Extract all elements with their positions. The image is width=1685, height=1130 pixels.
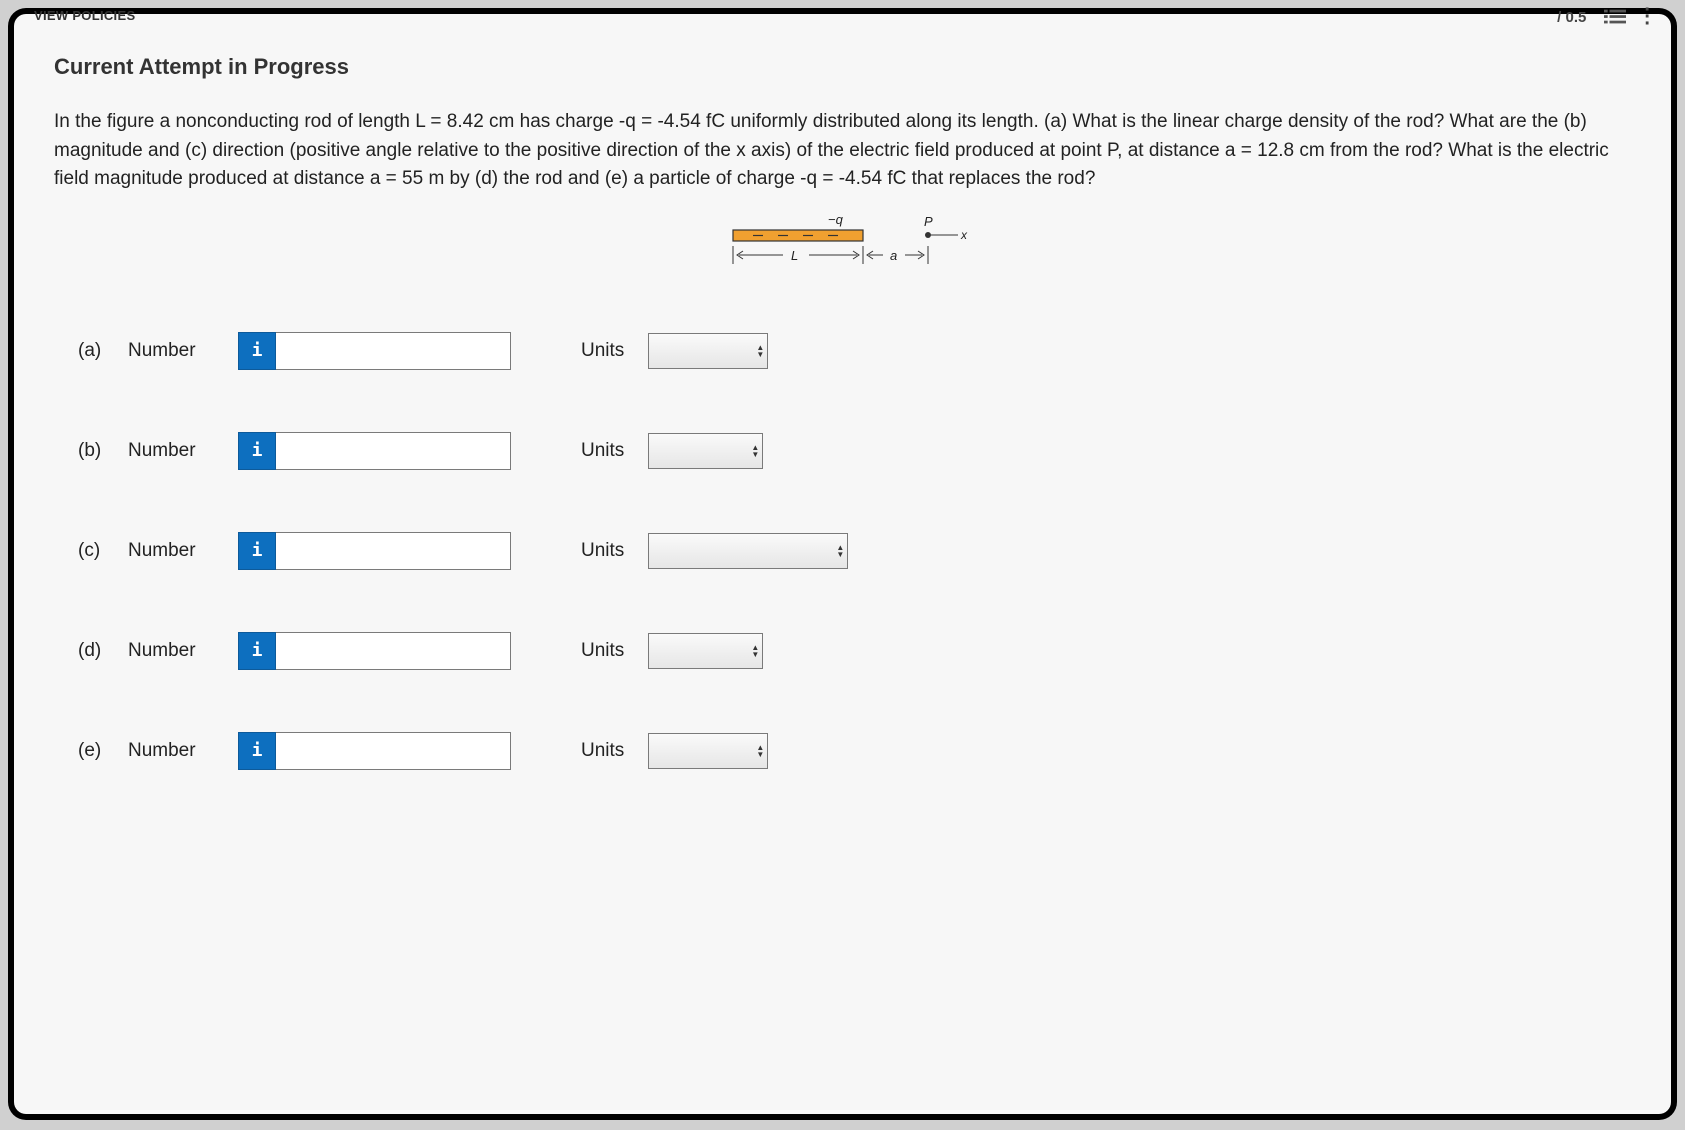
part-label: (c) (78, 540, 128, 562)
units-select[interactable] (648, 433, 763, 469)
units-label: Units (581, 540, 624, 562)
answer-row-a: (a)NumberiUnits▲▼ (78, 332, 1631, 370)
part-label: (e) (78, 740, 128, 762)
units-label: Units (581, 340, 624, 362)
number-input[interactable] (276, 532, 511, 570)
problem-statement: In the figure a nonconducting rod of len… (54, 108, 1631, 194)
attempt-heading: Current Attempt in Progress (54, 54, 1631, 80)
part-label: (a) (78, 340, 128, 362)
svg-text:a: a (890, 248, 897, 263)
units-select[interactable] (648, 733, 768, 769)
top-right-icons: / 0.5 ··· (1557, 7, 1651, 28)
number-label: Number (128, 540, 238, 562)
svg-text:P: P (924, 214, 933, 229)
number-input[interactable] (276, 632, 511, 670)
answer-row-c: (c)NumberiUnits▲▼ (78, 532, 1631, 570)
number-label: Number (128, 740, 238, 762)
units-label: Units (581, 740, 624, 762)
answer-row-b: (b)NumberiUnits▲▼ (78, 432, 1631, 470)
svg-text:L: L (791, 248, 798, 263)
number-input[interactable] (276, 732, 511, 770)
units-select[interactable] (648, 333, 768, 369)
answer-row-d: (d)NumberiUnits▲▼ (78, 632, 1631, 670)
svg-text:x: x (960, 228, 968, 242)
part-label: (d) (78, 640, 128, 662)
number-label: Number (128, 440, 238, 462)
answer-row-e: (e)NumberiUnits▲▼ (78, 732, 1631, 770)
number-label: Number (128, 640, 238, 662)
view-policies-link[interactable]: VIEW POLICIES (34, 8, 135, 23)
score-text: / 0.5 (1557, 9, 1586, 26)
info-icon[interactable]: i (238, 332, 276, 370)
part-label: (b) (78, 440, 128, 462)
info-icon[interactable]: i (238, 732, 276, 770)
problem-diagram: −q P x (54, 212, 1631, 282)
info-icon[interactable]: i (238, 432, 276, 470)
info-icon[interactable]: i (238, 532, 276, 570)
list-icon[interactable] (1604, 8, 1626, 26)
number-input[interactable] (276, 432, 511, 470)
number-label: Number (128, 340, 238, 362)
info-icon[interactable]: i (238, 632, 276, 670)
units-select[interactable] (648, 633, 763, 669)
units-label: Units (581, 440, 624, 462)
svg-text:−q: −q (828, 212, 844, 227)
units-select[interactable] (648, 533, 848, 569)
menu-dots-icon[interactable]: ··· (1644, 7, 1651, 28)
number-input[interactable] (276, 332, 511, 370)
units-label: Units (581, 640, 624, 662)
